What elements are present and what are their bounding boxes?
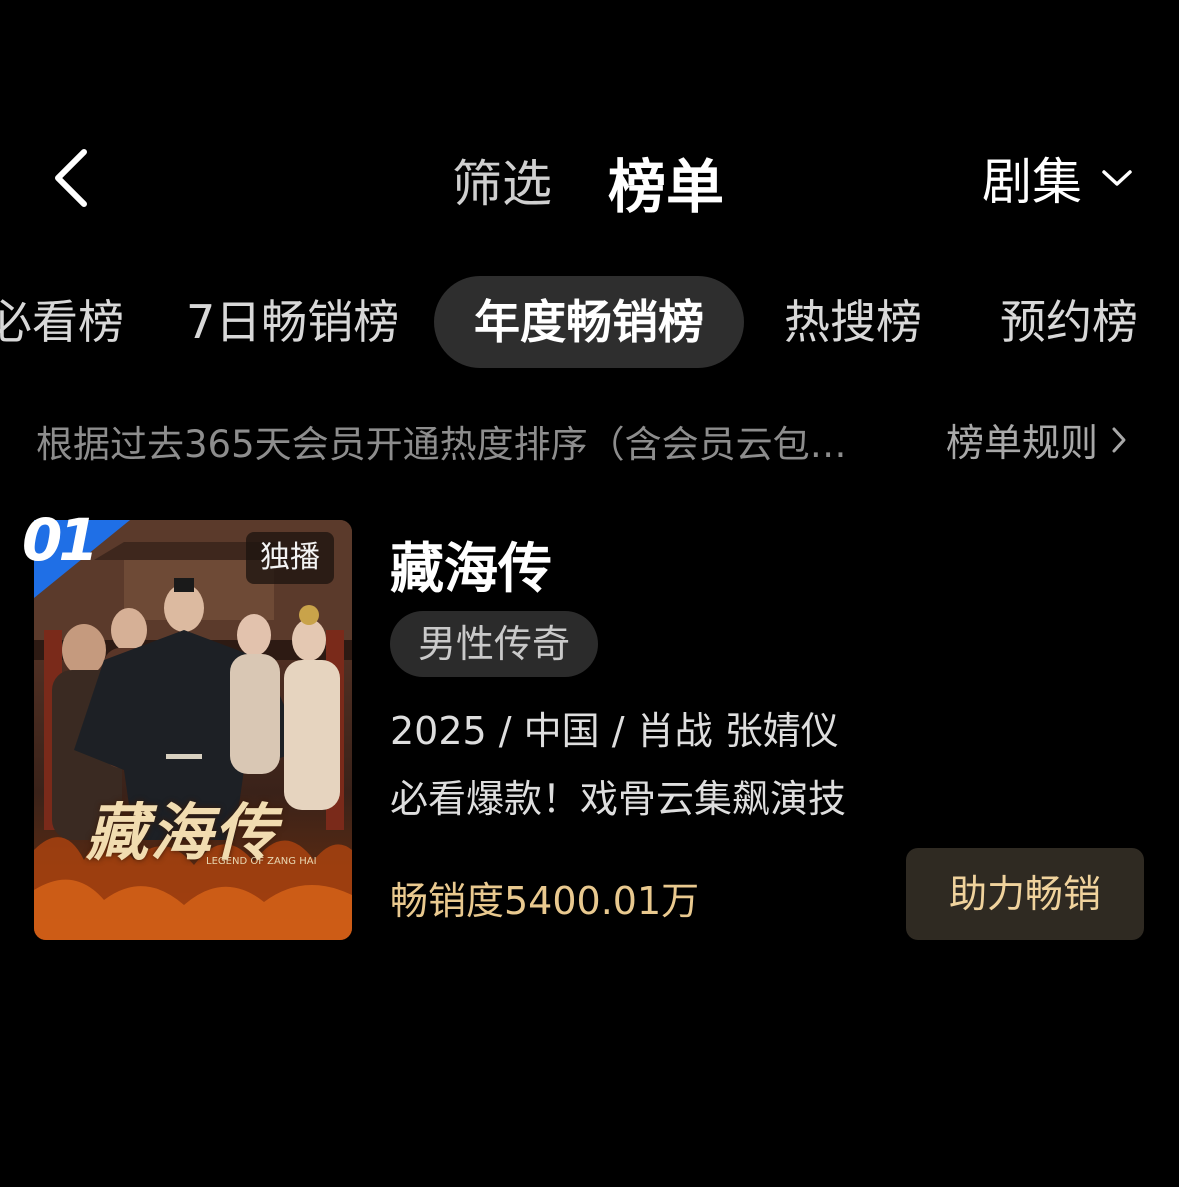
chevron-right-icon (1112, 427, 1126, 452)
genre-tag[interactable]: 男性传奇 (390, 611, 599, 677)
ranking-category-tabs: 必看榜 7日畅销榜 年度畅销榜 热搜榜 预约榜 (0, 276, 1179, 368)
rank-number: 01 (22, 506, 99, 574)
tab-ranking[interactable]: 榜单 (608, 140, 724, 224)
exclusive-badge: 独播 (246, 532, 334, 584)
chip-annual-bestseller[interactable]: 年度畅销榜 (434, 276, 744, 368)
ranking-rule-description: 根据过去365天会员开通热度排序（含会员云包… (36, 423, 847, 466)
chip-must-watch[interactable]: 必看榜 (0, 276, 124, 368)
content-type-dropdown[interactable]: 剧集 (982, 146, 1134, 211)
chevron-down-icon (1102, 170, 1132, 186)
ranking-rules-link[interactable]: 榜单规则 (946, 412, 1128, 467)
poster-subtitle: LEGEND OF ZANG HAI (206, 856, 317, 867)
show-tagline: 必看爆款！戏骨云集飙演技 (390, 777, 847, 821)
sales-score: 畅销度5400.01万 (390, 879, 700, 923)
chip-hot-search[interactable]: 热搜榜 (784, 276, 922, 368)
boost-sales-button[interactable]: 助力畅销 (906, 848, 1144, 940)
show-meta: 2025 / 中国 / 肖战 张婧仪 (390, 709, 839, 753)
chip-reservation[interactable]: 预约榜 (1000, 276, 1138, 368)
chevron-left-icon (55, 149, 87, 207)
ranking-rules-label: 榜单规则 (946, 421, 1099, 465)
chip-7day-bestseller[interactable]: 7日畅销榜 (186, 276, 399, 368)
tab-filter[interactable]: 筛选 (452, 144, 552, 216)
rank-badge: 01 (22, 506, 132, 602)
back-button[interactable] (46, 138, 106, 218)
content-type-label: 剧集 (982, 153, 1082, 211)
show-title[interactable]: 藏海传 (390, 524, 552, 603)
